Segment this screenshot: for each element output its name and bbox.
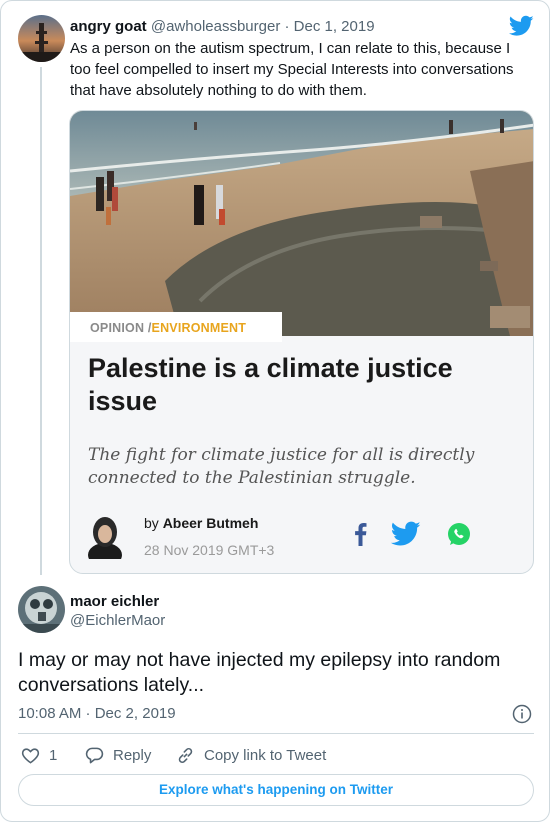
article-card[interactable]: OPINION /ENVIRONMENT Palestine is a clim… [69,110,534,574]
copy-link-button[interactable]: Copy link to Tweet [176,745,326,765]
quoted-tweet-text: As a person on the autism spectrum, I ca… [70,40,514,99]
link-icon [178,747,193,763]
like-count: 1 [49,746,58,764]
article-headline[interactable]: Palestine is a climate justice issue [88,352,518,418]
author-avatar [88,517,122,559]
article-byline: by Abeer Butmeh [144,515,258,531]
quoted-display-name[interactable]: angry goat [70,18,147,35]
article-date: 28 Nov 2019 GMT+3 [144,542,275,558]
byline-prefix: by [144,515,163,531]
like-button[interactable]: 1 [21,745,57,765]
tag-environment[interactable]: ENVIRONMENT [152,321,247,335]
info-icon[interactable] [512,704,532,724]
heart-icon [21,747,40,764]
action-divider [18,733,534,734]
main-tweet-text: I may or may not have injected my epilep… [18,649,501,696]
main-handle[interactable]: @EichlerMaor [70,612,165,629]
tag-separator: / [144,321,152,335]
reply-button[interactable]: Reply [85,745,151,765]
main-display-name[interactable]: maor eichler [70,593,159,610]
reply-label: Reply [113,746,152,764]
thread-connector-line [40,67,42,575]
copy-link-label: Copy link to Tweet [204,746,327,764]
article-subheadline: The fight for climate justice for all is… [88,445,475,488]
article-category-tags: OPINION /ENVIRONMENT [70,312,282,342]
article-author[interactable]: Abeer Butmeh [163,515,259,531]
tweet-embed-card: angry goat @awholeassburger · Dec 1, 201… [0,0,550,822]
maor-eichler-avatar[interactable] [18,586,65,633]
facebook-icon[interactable] [348,521,374,547]
angry-goat-avatar[interactable] [18,15,65,62]
tag-opinion[interactable]: OPINION [90,321,144,335]
reply-icon [85,747,104,763]
twitter-bird-icon[interactable] [509,15,534,37]
article-photo [70,111,533,336]
whatsapp-icon[interactable] [446,521,472,547]
explore-twitter-button[interactable]: Explore what's happening on Twitter [18,774,534,806]
quoted-handle-date[interactable]: @awholeassburger · Dec 1, 2019 [147,18,375,35]
twitter-share-icon[interactable] [391,521,421,547]
quoted-tweet-header: angry goat @awholeassburger · Dec 1, 201… [70,18,375,36]
main-tweet-timestamp[interactable]: 10:08 AM · Dec 2, 2019 [18,705,176,722]
